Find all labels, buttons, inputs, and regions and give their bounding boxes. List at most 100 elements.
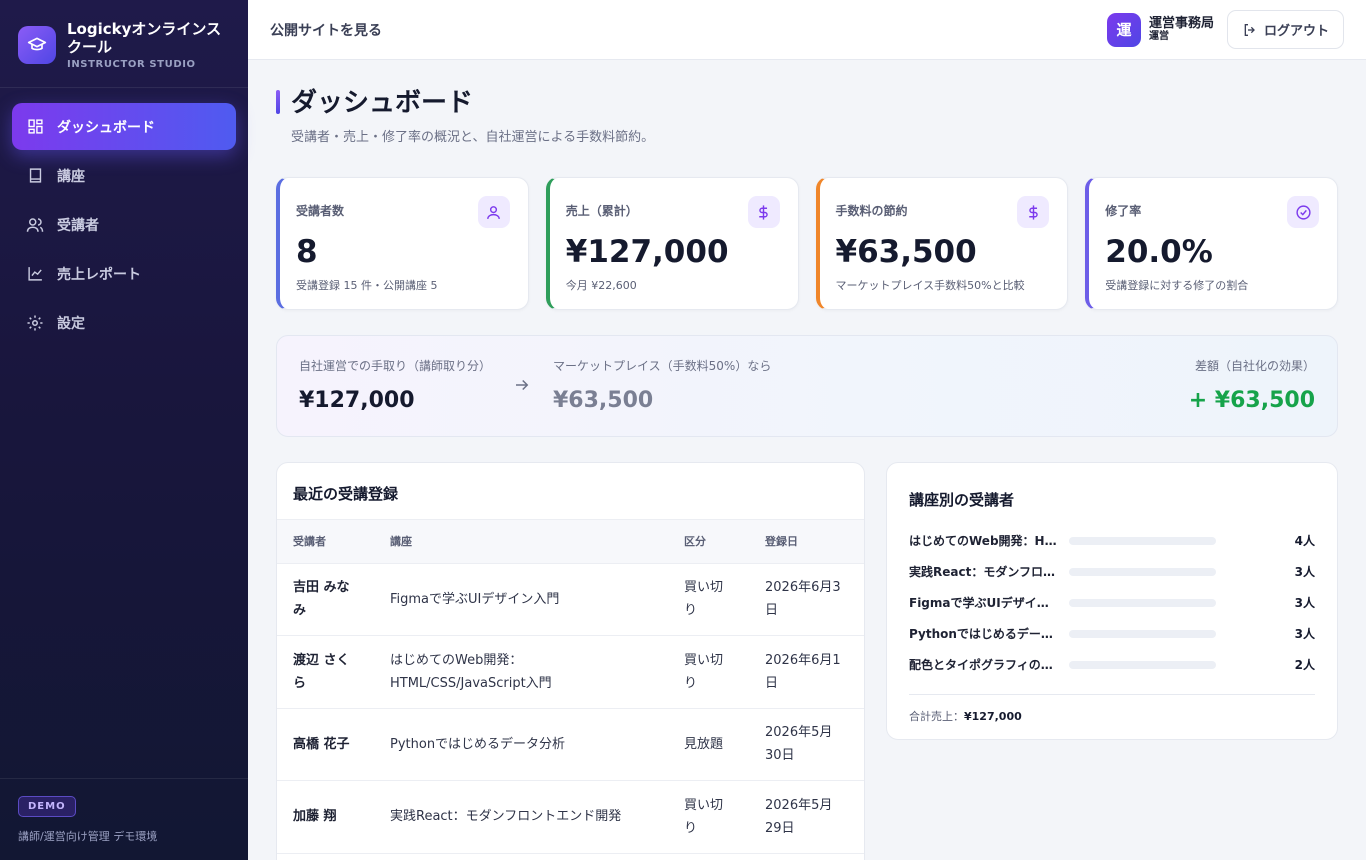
course-name: Figmaで学ぶUIデザイン入門: [374, 563, 668, 636]
stat-card-fee-savings: 手数料の節約 ¥63,500 マーケットプレイス手数料50%と比較: [815, 177, 1069, 310]
card-title: 最近の受講登録: [277, 463, 864, 520]
logout-button[interactable]: ログアウト: [1226, 10, 1344, 49]
enrollment-type: 買い切り: [668, 563, 749, 636]
dollar-icon: [1017, 196, 1050, 228]
dollar-icon: [747, 196, 780, 228]
list-item: Figmaで学ぶUIデザイン入門 3人: [909, 587, 1315, 618]
course-name: 実践React：モダンフロントエンド開発: [909, 565, 1059, 579]
sidebar-item-students[interactable]: 受講者: [12, 201, 236, 248]
title-accent-bar: [276, 90, 280, 114]
logout-label: ログアウト: [1263, 23, 1329, 38]
difference-value: + ¥63,500: [1188, 388, 1315, 413]
difference-block: 差額（自社化の効果） + ¥63,500: [1189, 357, 1315, 413]
progress-bar: [1069, 598, 1216, 607]
marketplace-block: マーケットプレイス（手数料50%）なら ¥63,500: [553, 357, 771, 413]
table-row[interactable]: 吉田 みなみ Figmaで学ぶUIデザイン入門 買い切り 2026年6月3日: [277, 563, 864, 636]
enrollments-table: 受講者 講座 区分 登録日 吉田 みなみ Figmaで学ぶUIデザイン入門 買い…: [277, 520, 864, 854]
user-role: 運営: [1148, 30, 1169, 42]
sidebar-nav: ダッシュボード 講座 受講者 売上レポート 設定: [0, 88, 248, 346]
stat-card-revenue: 売上（累計） ¥127,000 今月 ¥22,600: [545, 177, 799, 310]
enrollment-type: 買い切り: [668, 780, 749, 854]
brand-name: Logickyオンラインスクール: [67, 20, 222, 56]
stat-note: 今月 ¥22,600: [565, 279, 637, 292]
environment-note: 講師/運営向け管理 デモ環境: [18, 830, 158, 843]
enrollment-type: 買い切り: [668, 635, 749, 709]
stat-note: マーケットプレイス手数料50%と比較: [835, 279, 1025, 292]
column-header: 区分: [668, 520, 749, 564]
course-name: Pythonではじめるデータ分析: [909, 627, 1059, 641]
marketplace-label: マーケットプレイス（手数料50%）なら: [553, 359, 772, 373]
view-public-site-link[interactable]: 公開サイトを見る: [270, 20, 382, 40]
sidebar-item-label: 売上レポート: [57, 266, 141, 283]
sidebar-item-label: 受講者: [57, 217, 99, 234]
user-name: 運営事務局: [1148, 15, 1214, 31]
sidebar-item-label: 講座: [57, 168, 85, 185]
total-revenue: 合計売上：¥127,000: [909, 694, 1315, 724]
sidebar-item-courses[interactable]: 講座: [12, 152, 236, 199]
progress-bar: [1069, 536, 1216, 545]
stat-value: ¥127,000: [565, 234, 729, 270]
student-count: 3人: [1294, 596, 1315, 610]
stat-note: 受講登録 15 件・公開講座 5: [296, 279, 438, 292]
students-by-course-card: 講座別の受講者 はじめてのWeb開発：HTML/CSS/JavaScript入門…: [886, 462, 1338, 740]
column-header: 受講者: [277, 520, 374, 564]
sidebar-item-sales-report[interactable]: 売上レポート: [12, 250, 236, 297]
sidebar: Logickyオンラインスクール INSTRUCTOR STUDIO ダッシュボ…: [0, 0, 248, 860]
own-revenue-value: ¥127,000: [299, 388, 415, 413]
stat-value: 20.0%: [1105, 234, 1213, 270]
main-content: ダッシュボード 受講者・売上・修了率の概況と、自社運営による手数料節約。 受講者…: [248, 60, 1366, 860]
brand-subtitle: INSTRUCTOR STUDIO: [67, 59, 196, 70]
book-icon: [26, 167, 44, 185]
topbar: 公開サイトを見る 運 運営事務局 運営 ログアウト: [248, 0, 1366, 60]
course-name: 配色とタイポグラフィの基礎: [909, 658, 1059, 672]
sidebar-item-dashboard[interactable]: ダッシュボード: [12, 103, 236, 150]
sidebar-item-label: ダッシュボード: [57, 119, 155, 136]
stat-cards: 受講者数 8 受講登録 15 件・公開講座 5 売上（累計） ¥127,000 …: [276, 177, 1338, 310]
student-name: 渡辺 さくら: [277, 635, 374, 709]
stat-card-completion-rate: 修了率 20.0% 受講登録に対する修了の割合: [1085, 177, 1338, 310]
column-header: 講座: [374, 520, 668, 564]
list-item: はじめてのWeb開発：HTML/CSS/JavaScript入門 4人: [909, 525, 1315, 556]
page-header: ダッシュボード 受講者・売上・修了率の概況と、自社運営による手数料節約。: [276, 60, 1338, 145]
sidebar-item-label: 設定: [57, 315, 85, 332]
course-list: はじめてのWeb開発：HTML/CSS/JavaScript入門 4人 実践Re…: [909, 525, 1315, 680]
own-revenue-block: 自社運営での手取り（講師取り分） ¥127,000: [299, 357, 491, 413]
fee-comparison-panel: 自社運営での手取り（講師取り分） ¥127,000 マーケットプレイス（手数料5…: [276, 335, 1338, 437]
own-revenue-label: 自社運営での手取り（講師取り分）: [299, 359, 492, 373]
total-revenue-value: ¥127,000: [964, 710, 1022, 723]
student-count: 2人: [1294, 658, 1315, 672]
progress-bar: [1069, 567, 1216, 576]
course-name: 実践React：モダンフロントエンド開発: [374, 780, 668, 854]
course-name: Pythonではじめるデータ分析: [374, 708, 668, 781]
stat-note: 受講登録に対する修了の割合: [1105, 279, 1249, 292]
arrow-right-icon: [513, 376, 531, 398]
sidebar-footer: DEMO 講師/運営向け管理 デモ環境: [0, 778, 248, 860]
table-header-row: 受講者 講座 区分 登録日: [277, 520, 864, 564]
list-item: 実践React：モダンフロントエンド開発 3人: [909, 556, 1315, 587]
brand[interactable]: Logickyオンラインスクール INSTRUCTOR STUDIO: [0, 0, 248, 88]
sidebar-item-settings[interactable]: 設定: [12, 299, 236, 346]
list-item: Pythonではじめるデータ分析 3人: [909, 618, 1315, 649]
student-name: 加藤 翔: [277, 780, 374, 854]
avatar[interactable]: 運: [1106, 12, 1141, 47]
student-name: 高橋 花子: [277, 708, 374, 781]
list-item: 配色とタイポグラフィの基礎 2人: [909, 649, 1315, 680]
graduation-cap-icon: [18, 26, 56, 64]
user-icon: [477, 196, 510, 228]
lower-section: 最近の受講登録 受講者 講座 区分 登録日 吉田 みなみ Figmaで学ぶUIデ…: [276, 462, 1338, 860]
page-subtitle: 受講者・売上・修了率の概況と、自社運営による手数料節約。: [291, 130, 655, 145]
check-circle-icon: [1287, 196, 1319, 228]
enrollment-date: 2026年6月3日: [749, 563, 864, 636]
table-row[interactable]: 高橋 花子 Pythonではじめるデータ分析 見放題 2026年5月30日: [277, 708, 864, 781]
difference-label: 差額（自社化の効果）: [1194, 359, 1315, 373]
table-row[interactable]: 渡辺 さくら はじめてのWeb開発：HTML/CSS/JavaScript入門 …: [277, 635, 864, 709]
enrollment-date: 2026年5月29日: [749, 780, 864, 854]
progress-bar: [1069, 629, 1216, 638]
table-row[interactable]: 加藤 翔 実践React：モダンフロントエンド開発 買い切り 2026年5月29…: [277, 780, 864, 854]
user-info: 運営事務局 運営: [1149, 17, 1214, 43]
course-name: はじめてのWeb開発：HTML/CSS/JavaScript入門: [909, 534, 1059, 548]
logout-icon: [1244, 23, 1255, 36]
enrollment-type: 見放題: [668, 708, 749, 781]
users-icon: [26, 216, 44, 234]
student-count: 4人: [1294, 534, 1315, 548]
